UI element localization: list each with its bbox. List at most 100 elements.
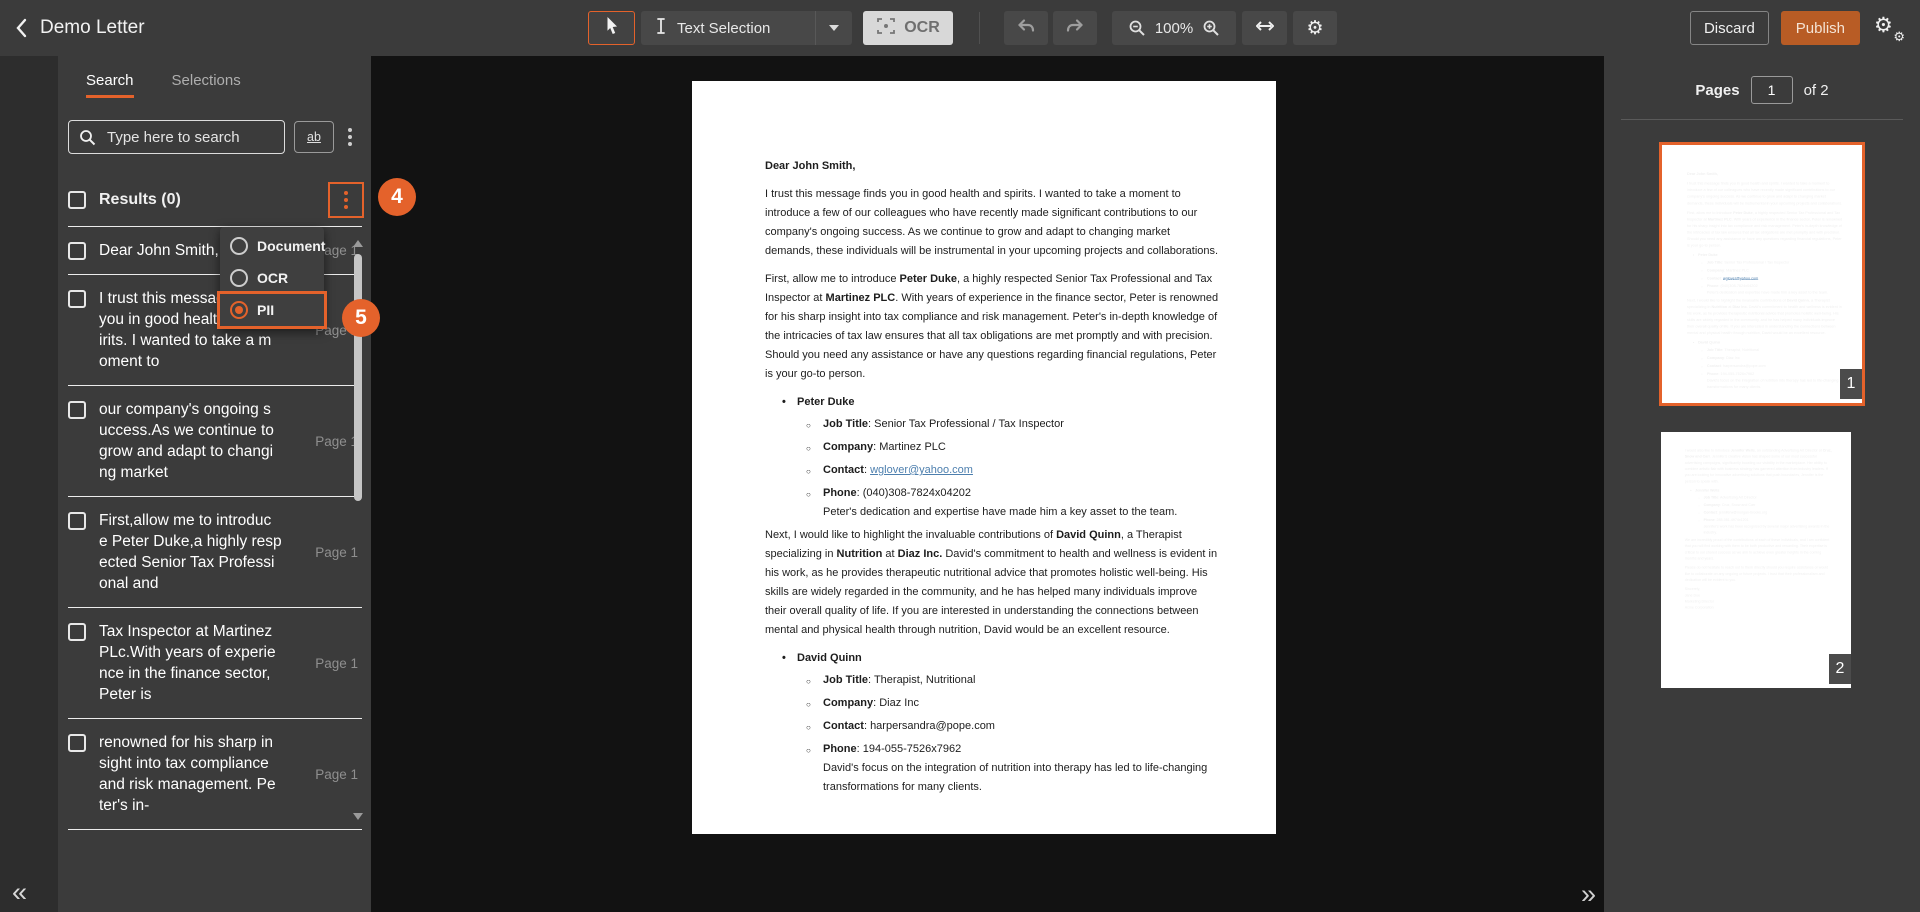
doc-text-run: David Quinn: [1056, 529, 1121, 541]
doc-text-run: I trust this message finds you in good h…: [1687, 182, 1842, 206]
chevron-down-icon[interactable]: [815, 11, 852, 45]
undo-button[interactable]: [1004, 11, 1048, 45]
doc-subbullet: Job Title: Therapist, Nutritional: [1687, 347, 1843, 354]
doc-text-run: Diaz Inc.: [898, 548, 943, 560]
page-thumbnail-1[interactable]: Dear John Smith, I trust this message fin…: [1659, 142, 1865, 406]
text-selection-label: Text Selection: [677, 20, 770, 37]
result-snippet: our company's ongoing success.As we cont…: [99, 399, 274, 483]
gear-icon: ⚙: [1306, 19, 1323, 38]
gear-icon-small: ⚙: [1893, 31, 1905, 44]
top-right-actions: Discard Publish ⚙ ⚙: [1690, 0, 1906, 56]
search-box[interactable]: [68, 120, 285, 154]
document-page[interactable]: Dear John Smith,I trust this message fin…: [692, 81, 1276, 834]
result-row[interactable]: First,allow me to introduce Peter Duke,a…: [68, 497, 362, 608]
doc-text-run: Dear John Smith,: [765, 160, 855, 172]
doc-paragraph: Please do not hesitate to reach out to t…: [1685, 565, 1833, 584]
zoom-in-button[interactable]: [1202, 19, 1220, 37]
match-case-button[interactable]: ab: [294, 121, 334, 153]
doc-subbullet: Company: Diaz Inc: [1687, 355, 1843, 362]
fit-width-button[interactable]: [1242, 11, 1287, 45]
doc-text-run: Job Title: [1707, 260, 1722, 264]
text-selection-dropdown[interactable]: Text Selection: [641, 11, 852, 45]
doc-subbullet: Contact: wglover@yahoo.com: [1687, 275, 1843, 282]
doc-subbullet: Company: Martinez PLC: [1687, 267, 1843, 274]
doc-text-run: Contact: [1704, 511, 1717, 515]
doc-text-run: Peter's dedication and expertise have ma…: [1707, 291, 1828, 295]
discard-button[interactable]: Discard: [1690, 11, 1769, 45]
email-link[interactable]: wglover@yahoo.com: [870, 464, 973, 476]
menu-option-label: Document: [257, 238, 325, 254]
page-thumbnail-2[interactable]: I would also like to introduce Jennifer …: [1661, 432, 1851, 688]
result-row[interactable]: our company's ongoing success.As we cont…: [68, 386, 362, 497]
email-link[interactable]: wglover@yahoo.com: [1723, 276, 1758, 280]
doc-text-run: Jane Doe: [1685, 593, 1700, 597]
doc-paragraph: We are incredibly proud of the contribut…: [1685, 537, 1833, 562]
doc-text-run: Company: [1704, 503, 1720, 507]
result-checkbox[interactable]: [68, 401, 86, 419]
doc-text-run: Next, I would like to highlight the inva…: [765, 529, 1056, 541]
collapse-left-chevrons[interactable]: «: [12, 877, 27, 908]
publish-button[interactable]: Publish: [1781, 11, 1860, 45]
result-checkbox[interactable]: [68, 512, 86, 530]
result-checkbox[interactable]: [68, 242, 86, 260]
doc-text-run: Job Title: [1704, 496, 1719, 500]
expand-right-chevrons[interactable]: »: [1581, 879, 1596, 910]
menu-option-ocr[interactable]: OCR: [220, 262, 324, 294]
back-button[interactable]: [16, 18, 27, 38]
doc-bullet: Jennifer Wells: [1685, 488, 1833, 494]
results-kebab-highlight-box[interactable]: [328, 182, 364, 218]
doc-text-run: at: [882, 548, 897, 560]
radio-icon[interactable]: [230, 269, 248, 287]
result-checkbox[interactable]: [68, 290, 86, 308]
search-options-kebab-icon[interactable]: [343, 123, 357, 151]
pages-panel: Pages of 2 Dear John Smith,I trust this …: [1604, 56, 1920, 912]
result-row[interactable]: renowned for his sharp insight into tax …: [68, 719, 362, 830]
scroll-down-arrow[interactable]: [353, 813, 363, 820]
zoom-out-button[interactable]: [1128, 19, 1146, 37]
doc-subbullet: Phone: 194-055-7526x7962David's focus on…: [765, 740, 1221, 797]
scrollbar-thumb[interactable]: [354, 254, 362, 501]
doc-text-run: Company: [1707, 356, 1724, 360]
doc-text-run: Phone: [823, 743, 857, 755]
current-page-input[interactable]: [1751, 76, 1793, 104]
menu-option-pii[interactable]: PII: [220, 294, 324, 326]
settings-gears-icon[interactable]: ⚙ ⚙: [1872, 11, 1906, 45]
doc-text-run: Phone: [1707, 372, 1719, 376]
view-settings-button[interactable]: ⚙: [1293, 11, 1337, 45]
doc-text-run: I would also like to introduce: [1685, 449, 1731, 453]
redo-button[interactable]: [1053, 11, 1097, 45]
doc-text-run: : jenniferw@morgan-brooks.org: [1717, 511, 1767, 515]
ocr-button[interactable]: OCR: [863, 11, 953, 45]
doc-text-run: : Martinez PLC: [873, 441, 946, 453]
result-row[interactable]: Tax Inspector at MartinezPLc.With years …: [68, 608, 362, 719]
tab-search[interactable]: Search: [86, 72, 134, 98]
doc-text-run: We are incredibly proud of the contribut…: [1685, 538, 1830, 560]
radio-icon[interactable]: [230, 237, 248, 255]
menu-option-document[interactable]: Document: [220, 230, 324, 262]
doc-text-run: Jennifer Wells: [1695, 489, 1719, 493]
doc-subbullet: Contact: wglover@yahoo.com: [765, 461, 1221, 480]
doc-paragraph: Next, I would like to highlight the inva…: [1687, 297, 1843, 336]
doc-paragraph: Dear John Smith,: [1687, 171, 1843, 178]
results-options-kebab-icon[interactable]: [339, 186, 353, 214]
doc-text-run: Company: [1707, 268, 1724, 272]
search-input[interactable]: [105, 128, 274, 147]
document-viewer[interactable]: Dear John Smith,I trust this message fin…: [371, 56, 1604, 912]
letter-content: Dear John Smith,I trust this message fin…: [692, 81, 1276, 797]
result-checkbox[interactable]: [68, 623, 86, 641]
thumbnail-2-letter: I would also like to introduce Jennifer …: [1661, 432, 1851, 611]
result-checkbox[interactable]: [68, 734, 86, 752]
scroll-up-arrow[interactable]: [353, 240, 363, 247]
doc-text-run: Peter Duke: [1733, 211, 1753, 215]
doc-text-run: , an outstanding Advertising Art Directo…: [1755, 449, 1823, 453]
fit-width-icon: [1256, 19, 1274, 37]
annotation-step-5-badge: 5: [342, 299, 380, 337]
page-title: Demo Letter: [40, 17, 145, 39]
doc-text-run: Peter Duke: [1698, 253, 1718, 257]
tab-selections[interactable]: Selections: [172, 72, 241, 98]
results-select-all-checkbox[interactable]: [68, 191, 86, 209]
radio-icon[interactable]: [230, 301, 248, 319]
doc-text-run: First, allow me to introduce: [1687, 211, 1733, 215]
doc-text-run: : harpersandra@pope.com: [864, 720, 995, 732]
cursor-tool-button[interactable]: [588, 11, 635, 45]
